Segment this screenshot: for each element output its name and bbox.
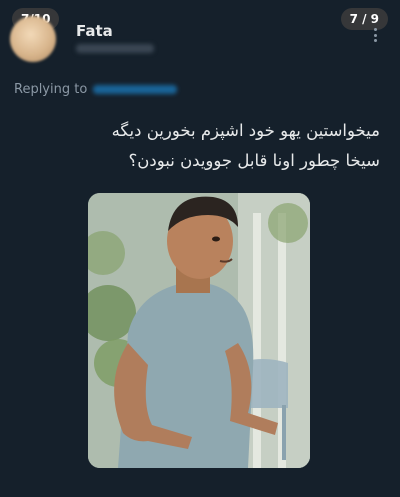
tweet-line: سیخا چطور اونا قابل جوویدن نبودن؟ — [128, 151, 381, 170]
person-eye — [212, 236, 220, 242]
avatar[interactable] — [10, 16, 56, 62]
chair-leg — [282, 405, 286, 460]
more-dot — [374, 39, 377, 42]
plant-leaves — [268, 203, 308, 243]
reply-handle-redacted[interactable] — [93, 85, 178, 94]
replying-to-line: Replying to — [14, 82, 178, 97]
author-name[interactable]: Fata — [76, 22, 113, 40]
more-vertical-icon[interactable] — [374, 28, 378, 42]
tweet-line: میخواستین یهو خود اشپزم بخورین دیگه — [111, 121, 380, 140]
more-dot — [374, 33, 377, 37]
more-dot — [374, 28, 377, 31]
page-counter-right: 7 / 9 — [340, 8, 388, 30]
tweet-media-image[interactable] — [88, 193, 310, 468]
tweet-text: میخواستین یهو خود اشپزم بخورین دیگه سیخا… — [20, 116, 380, 176]
replying-to-label: Replying to — [14, 82, 88, 97]
author-handle-redacted — [76, 44, 154, 53]
media-illustration — [88, 193, 310, 468]
